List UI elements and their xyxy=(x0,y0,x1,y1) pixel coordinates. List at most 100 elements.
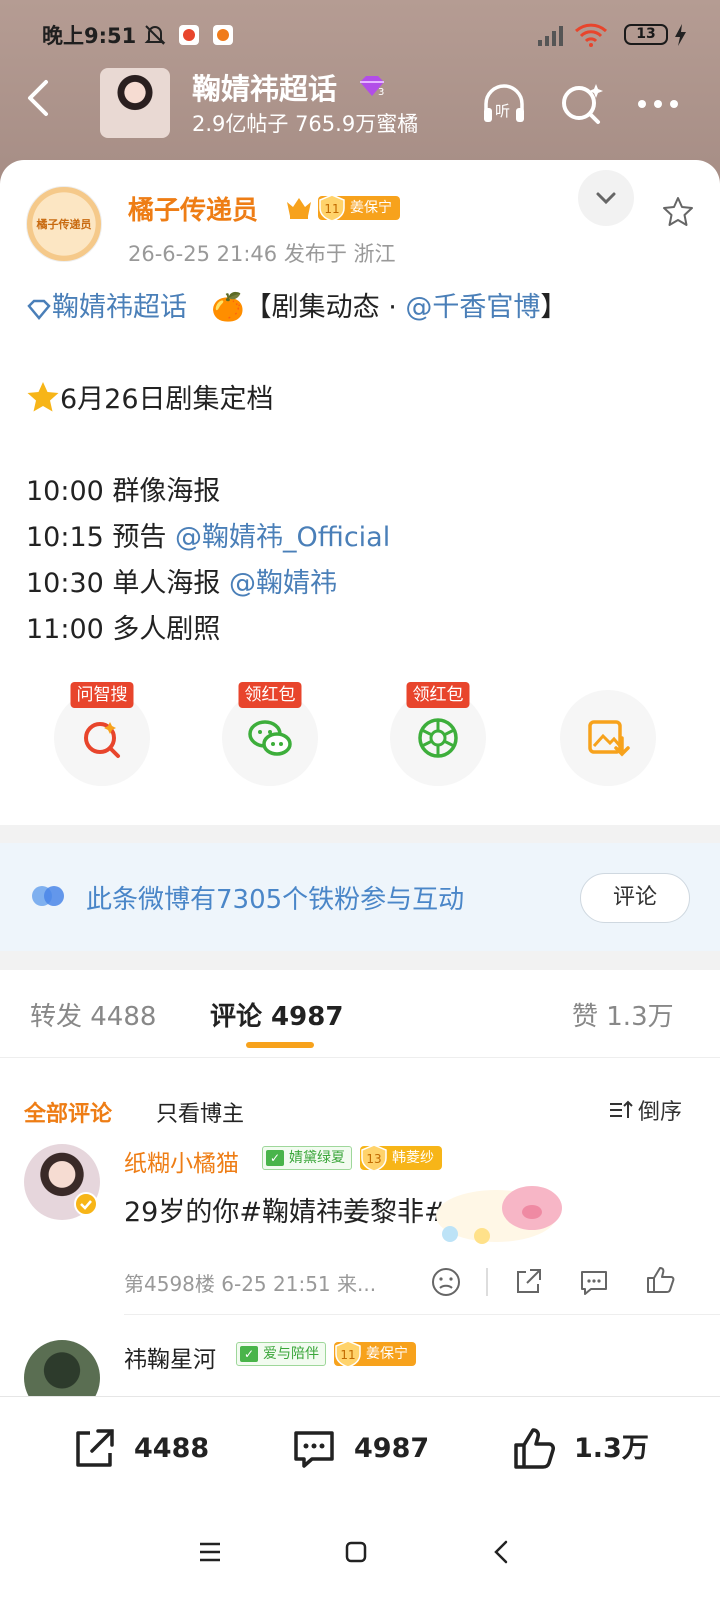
filter-author-only[interactable]: 只看博主 xyxy=(156,1096,244,1128)
mention-official[interactable]: @鞠婧祎_Official xyxy=(175,522,390,553)
app-notification-icon xyxy=(179,25,199,45)
svg-text:11: 11 xyxy=(340,1348,355,1362)
repost-icon xyxy=(76,1429,114,1467)
like-icon xyxy=(514,1428,555,1469)
comment-divider xyxy=(124,1314,720,1315)
post-line-5: 10:30 单人海报 @鞠婧祎 xyxy=(26,568,337,599)
svg-text:3: 3 xyxy=(378,87,384,98)
comment-item: 祎鞠星河 ✓ 爱与陪伴 11 姜保宁 xyxy=(0,1338,720,1396)
chevron-down-icon xyxy=(596,192,616,205)
search-icon[interactable] xyxy=(556,78,608,130)
comment-list: 全部评论 只看博主 倒序 纸糊小橘猫 ✓ 婧黛绿夏 13 韩菱纱 29岁的你#鞠婧… xyxy=(0,1058,720,1396)
level-shield-icon: 11 xyxy=(319,194,345,222)
moments-redpacket-button[interactable]: 领红包 xyxy=(390,682,486,786)
wechat-redpacket-tag: 领红包 xyxy=(238,682,302,708)
back-triangle-icon[interactable] xyxy=(484,1534,520,1570)
pig-sticker-icon xyxy=(436,1186,562,1244)
status-bar: 晚上9:51 13 xyxy=(0,0,720,70)
topic-avatar[interactable] xyxy=(100,68,170,138)
share-icon[interactable] xyxy=(512,1266,544,1298)
fan-level-badge: 11 姜保宁 xyxy=(318,194,400,222)
mention-jujingyi[interactable]: @鞠婧祎 xyxy=(229,568,337,599)
reply-icon[interactable] xyxy=(578,1266,610,1298)
fan-interaction-icon xyxy=(32,886,64,906)
listen-headphones-icon[interactable]: 听 xyxy=(478,78,530,130)
crown-icon xyxy=(287,198,311,219)
bottom-repost-button[interactable]: 4488 xyxy=(70,1421,210,1477)
comment-meta: 第4598楼 6-25 21:51 来... xyxy=(124,1272,377,1296)
sort-icon xyxy=(610,1100,633,1118)
post-line-6: 11:00 多人剧照 xyxy=(26,614,221,645)
menu-icon[interactable] xyxy=(192,1534,228,1570)
wifi-icon xyxy=(574,23,608,47)
super-topic-diamond-icon xyxy=(27,299,51,320)
svg-text:11: 11 xyxy=(324,202,339,216)
wechat-icon xyxy=(248,720,292,756)
bottom-action-bar: 4488 4987 1.3万 xyxy=(0,1396,720,1504)
bottom-comment-button[interactable]: 4987 xyxy=(290,1421,430,1477)
tab-comment[interactable]: 评论 4987 xyxy=(210,996,343,1033)
fan-badge-text: 姜保宁 xyxy=(350,200,392,216)
comment-text: 29岁的你#鞠婧祎姜黎非# xyxy=(124,1197,447,1228)
filter-all-comments[interactable]: 全部评论 xyxy=(24,1096,112,1128)
bell-off-icon xyxy=(144,25,166,45)
post-menu-button[interactable] xyxy=(578,170,634,226)
commenter-name[interactable]: 祎鞠星河 xyxy=(124,1340,216,1374)
svg-text:13: 13 xyxy=(366,1152,381,1166)
more-options-icon[interactable] xyxy=(632,78,684,130)
tab-like[interactable]: 赞 1.3万 xyxy=(572,996,674,1033)
topic-link[interactable]: 鞠婧祎超话 xyxy=(52,292,187,323)
moments-redpacket-tag: 领红包 xyxy=(406,682,470,708)
topic-header: 鞠婧祎超话 3 2.9亿帖子 765.9万蜜橘 听 xyxy=(0,62,720,142)
tab-repost[interactable]: 转发 4488 xyxy=(30,996,156,1033)
post-tabs: 转发 4488 评论 4987 赞 1.3万 xyxy=(0,970,720,1058)
ai-search-tag: 问智搜 xyxy=(70,682,134,708)
ai-search-button[interactable]: 问智搜 xyxy=(54,682,150,786)
comment-icon xyxy=(294,1431,334,1468)
post-line-1: 鞠婧祎超话 🍊【剧集动态 · @千香官博】 xyxy=(26,288,706,328)
post-time-location: 26-6-25 21:46 发布于 浙江 xyxy=(128,242,396,266)
mention-qianxiang[interactable]: @千香官博 xyxy=(405,292,540,323)
battery-indicator: 13 xyxy=(624,24,668,45)
post-line-4: 10:15 预告 @鞠婧祎_Official xyxy=(26,522,391,553)
dislike-face-icon[interactable] xyxy=(430,1266,462,1298)
comment-item: 纸糊小橘猫 ✓ 婧黛绿夏 13 韩菱纱 29岁的你#鞠婧祎姜黎非# 第4598楼 … xyxy=(0,1142,720,1320)
system-navigation-bar xyxy=(0,1504,720,1600)
topic-stats: 2.9亿帖子 765.9万蜜橘 xyxy=(192,112,419,136)
save-image-icon xyxy=(588,720,630,757)
home-square-icon[interactable] xyxy=(338,1534,374,1570)
divider xyxy=(486,1268,488,1296)
favorite-star-icon[interactable] xyxy=(660,194,696,230)
sort-label: 倒序 xyxy=(638,1100,683,1125)
commenter-avatar[interactable] xyxy=(24,1340,100,1396)
moments-icon xyxy=(418,718,458,758)
fan-interaction-bar: 此条微博有7305个铁粉参与互动 评论 xyxy=(0,843,720,951)
verified-badge-icon xyxy=(74,1192,98,1216)
post-card: 橘子传递员 橘子传递员 11 姜保宁 26-6-25 21:46 发布于 浙江 … xyxy=(0,160,720,825)
fan-interaction-text: 此条微博有7305个铁粉参与互动 xyxy=(86,885,465,915)
like-thumb-icon[interactable] xyxy=(644,1264,676,1296)
svg-text:听: 听 xyxy=(495,102,510,120)
level-shield-icon: 13 xyxy=(361,1144,387,1172)
topic-title[interactable]: 鞠婧祎超话 xyxy=(192,66,337,108)
app-notification-icon-2 xyxy=(213,25,233,45)
level-gem-icon: 3 xyxy=(360,76,384,98)
fan-comment-button[interactable]: 评论 xyxy=(580,873,690,923)
charging-icon xyxy=(675,24,686,46)
save-image-button[interactable] xyxy=(560,690,656,786)
level-shield-icon: 11 xyxy=(335,1340,361,1368)
back-arrow-icon[interactable] xyxy=(18,76,62,120)
group-badge: ✓ 婧黛绿夏 xyxy=(262,1146,352,1170)
author-name[interactable]: 橘子传递员 xyxy=(128,190,258,227)
wechat-redpacket-button[interactable]: 领红包 xyxy=(222,682,318,786)
author-avatar[interactable]: 橘子传递员 xyxy=(26,186,102,262)
commenter-level-badge: 13 韩菱纱 xyxy=(360,1144,442,1172)
post-line-3: 10:00 群像海报 xyxy=(26,476,221,507)
commenter-level-badge: 11 姜保宁 xyxy=(334,1340,416,1368)
signal-icon xyxy=(538,26,563,46)
orange-emoji: 🍊 xyxy=(211,292,245,323)
commenter-name[interactable]: 纸糊小橘猫 xyxy=(124,1144,239,1178)
group-badge: ✓ 爱与陪伴 xyxy=(236,1342,326,1366)
bottom-like-button[interactable]: 1.3万 xyxy=(510,1421,650,1477)
ai-search-icon xyxy=(84,722,120,758)
